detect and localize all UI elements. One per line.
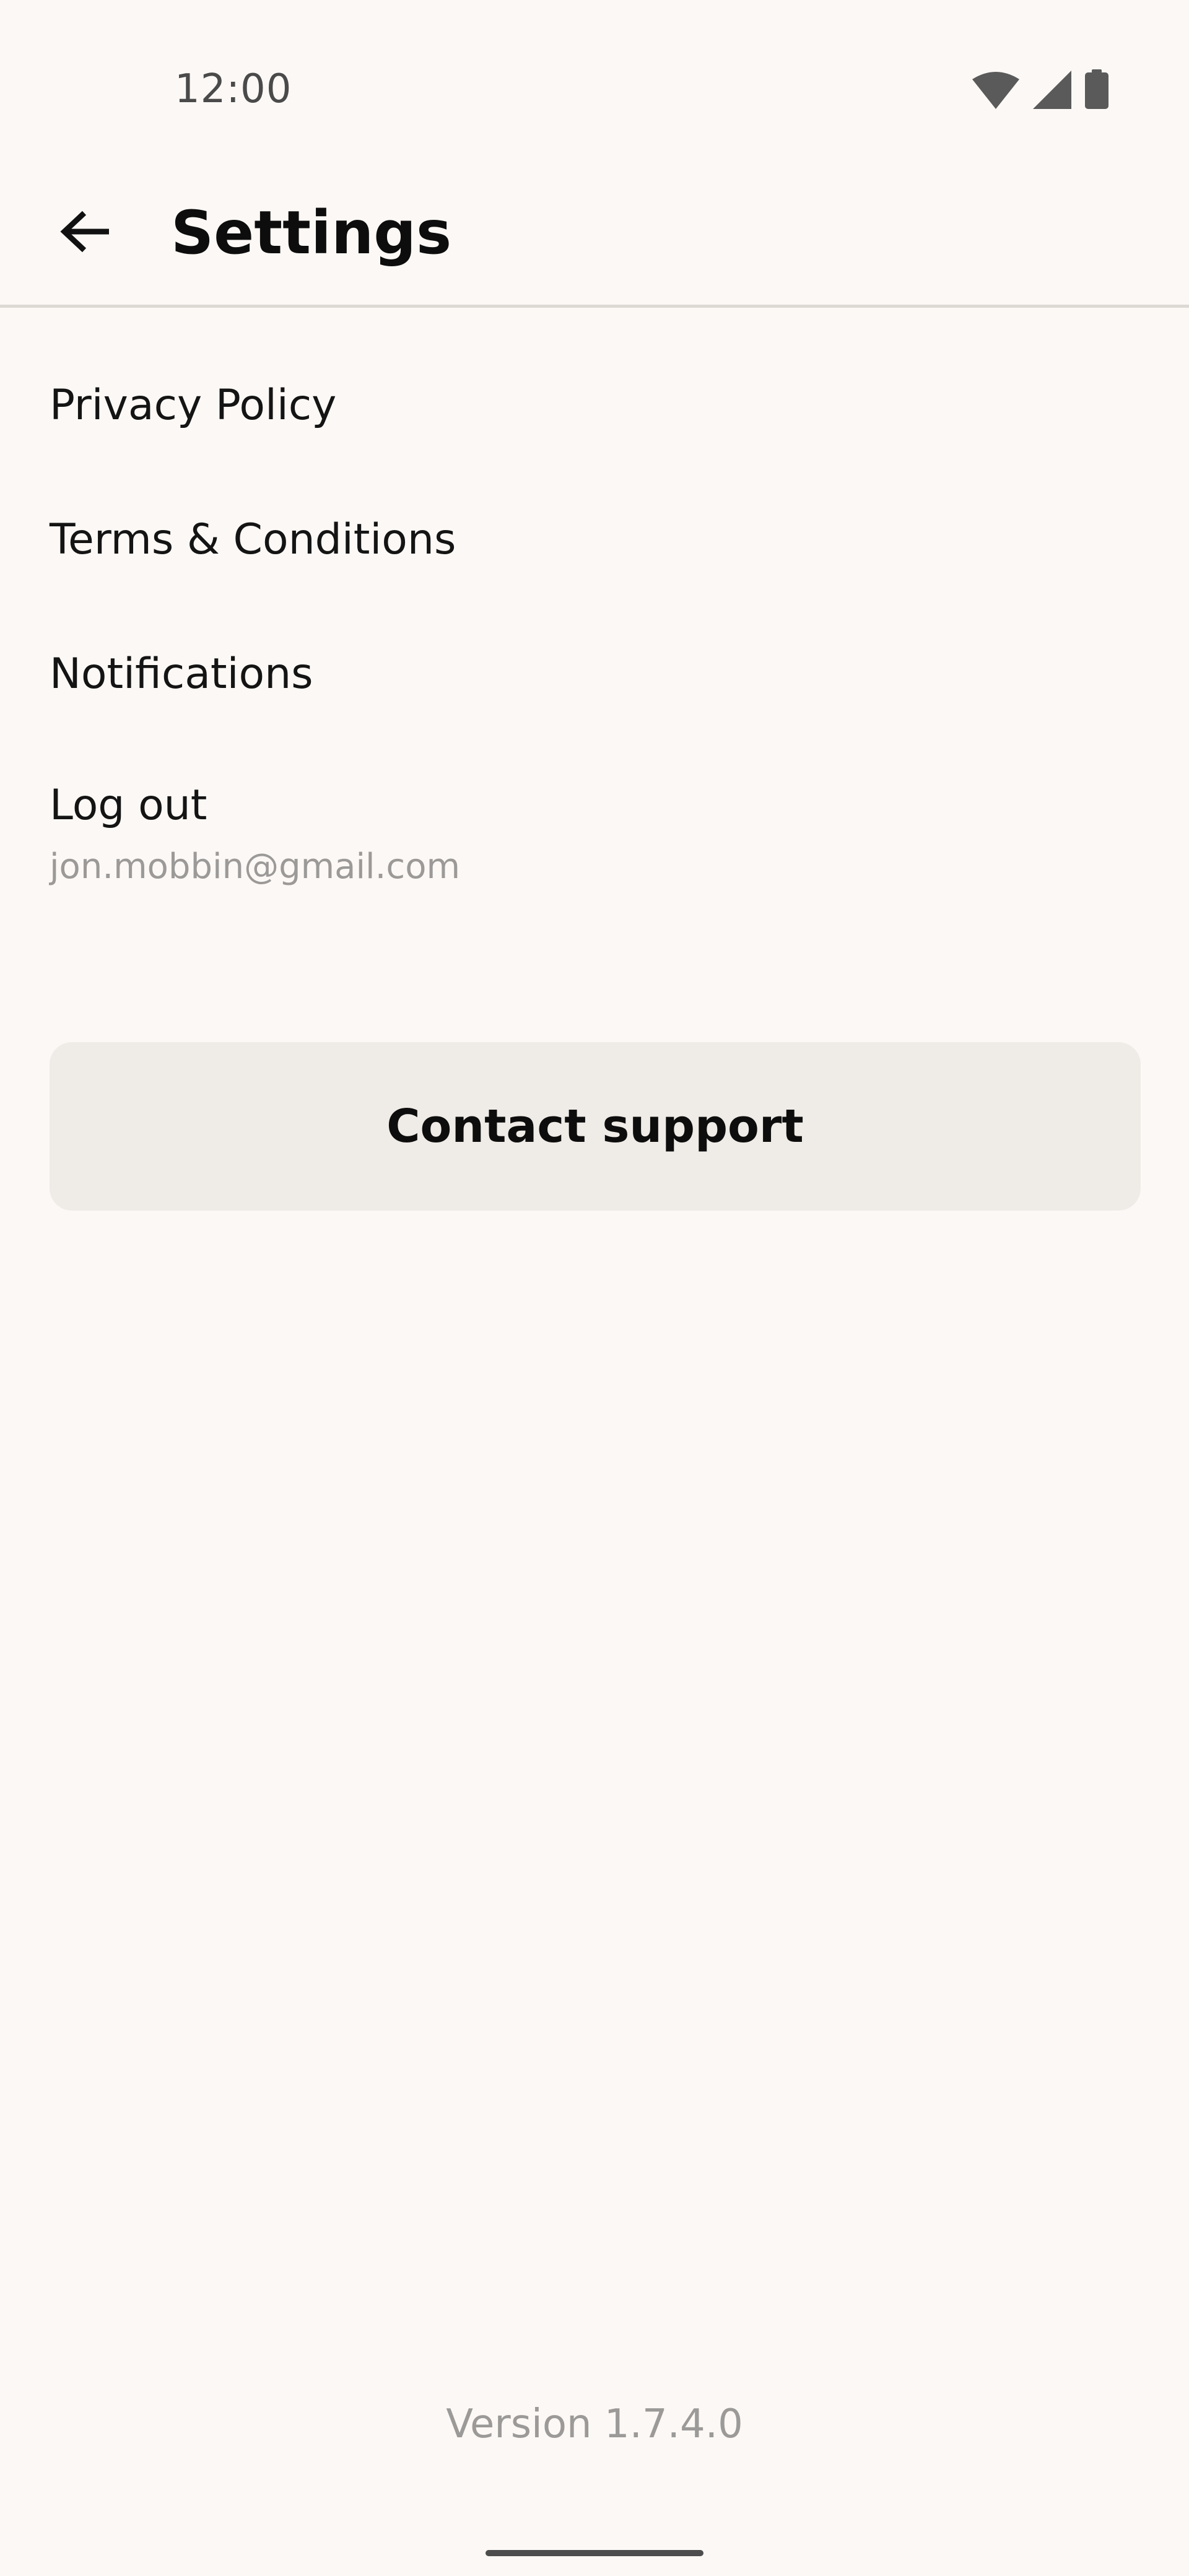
settings-item-terms-conditions[interactable]: Terms & Conditions [0, 481, 1189, 616]
settings-item-notifications[interactable]: Notifications [0, 616, 1189, 750]
settings-item-log-out[interactable]: Log out jon.mobbin@gmail.com [0, 750, 1189, 923]
arrow-left-icon [59, 209, 111, 256]
battery-icon [1085, 69, 1108, 109]
settings-item-label: Notifications [50, 650, 313, 698]
cell-signal-icon [1033, 71, 1071, 109]
status-time: 12:00 [175, 66, 292, 112]
wifi-icon [972, 72, 1019, 109]
status-bar: 12:00 [0, 0, 1189, 161]
page-title: Settings [171, 198, 452, 268]
settings-item-label: Privacy Policy [50, 381, 337, 430]
settings-item-privacy-policy[interactable]: Privacy Policy [0, 347, 1189, 481]
status-icons [972, 69, 1108, 109]
home-indicator[interactable] [486, 2550, 703, 2556]
log-out-label: Log out [50, 781, 207, 830]
app-version: Version 1.7.4.0 [446, 2401, 743, 2447]
contact-support-button[interactable]: Contact support [50, 1042, 1141, 1211]
account-email: jon.mobbin@gmail.com [50, 846, 461, 887]
settings-item-label: Terms & Conditions [50, 515, 456, 564]
back-button[interactable] [45, 192, 126, 274]
settings-list: Privacy Policy Terms & Conditions Notifi… [0, 347, 1189, 923]
app-bar: Settings [0, 161, 1189, 308]
